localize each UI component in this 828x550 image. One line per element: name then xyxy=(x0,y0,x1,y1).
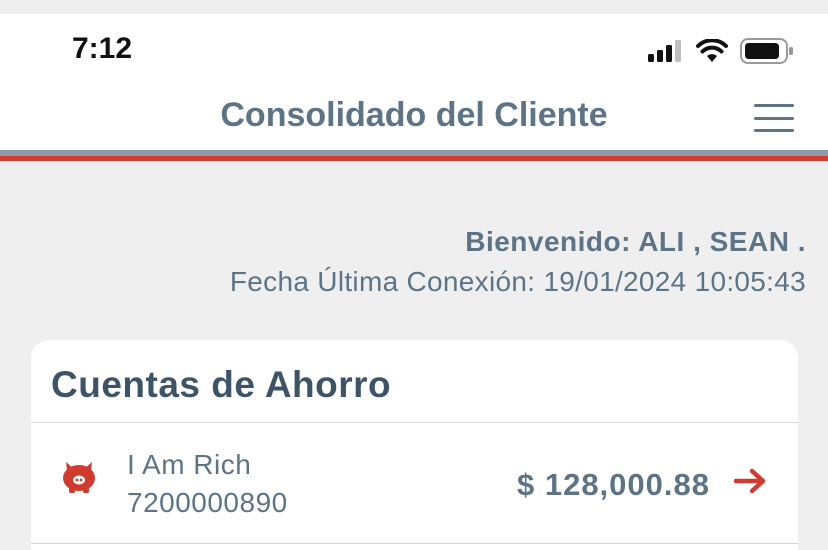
last-connection-text: Fecha Última Conexión: 19/01/2024 10:05:… xyxy=(229,266,806,297)
account-row[interactable]: I Am Rich 7200000890 $ 128,000.88 xyxy=(31,423,798,543)
row-divider xyxy=(31,543,798,544)
status-bar: 7:12 xyxy=(0,14,828,84)
welcome-message: Bienvenido: ALI , SEAN . xyxy=(465,226,806,257)
hamburger-menu-icon[interactable] xyxy=(754,104,794,132)
piggy-bank-icon xyxy=(63,462,95,493)
header-divider-red xyxy=(0,156,828,161)
page-title: Consolidado del Cliente xyxy=(220,96,608,134)
status-icons xyxy=(648,38,794,64)
arrow-right-icon[interactable] xyxy=(734,467,768,495)
account-balance: $ 128,000.88 xyxy=(516,467,710,502)
battery-icon xyxy=(740,38,793,64)
savings-section-title: Cuentas de Ahorro xyxy=(51,364,392,405)
account-name: I Am Rich xyxy=(127,449,252,480)
status-time: 7:12 xyxy=(72,32,133,65)
app-header: Consolidado del Cliente xyxy=(0,84,828,150)
wifi-icon xyxy=(696,39,728,62)
signal-icon xyxy=(648,40,681,62)
account-number: 7200000890 xyxy=(127,487,288,518)
savings-accounts-card: Cuentas de Ahorro I Am Rich 7200000890 $… xyxy=(31,340,798,550)
